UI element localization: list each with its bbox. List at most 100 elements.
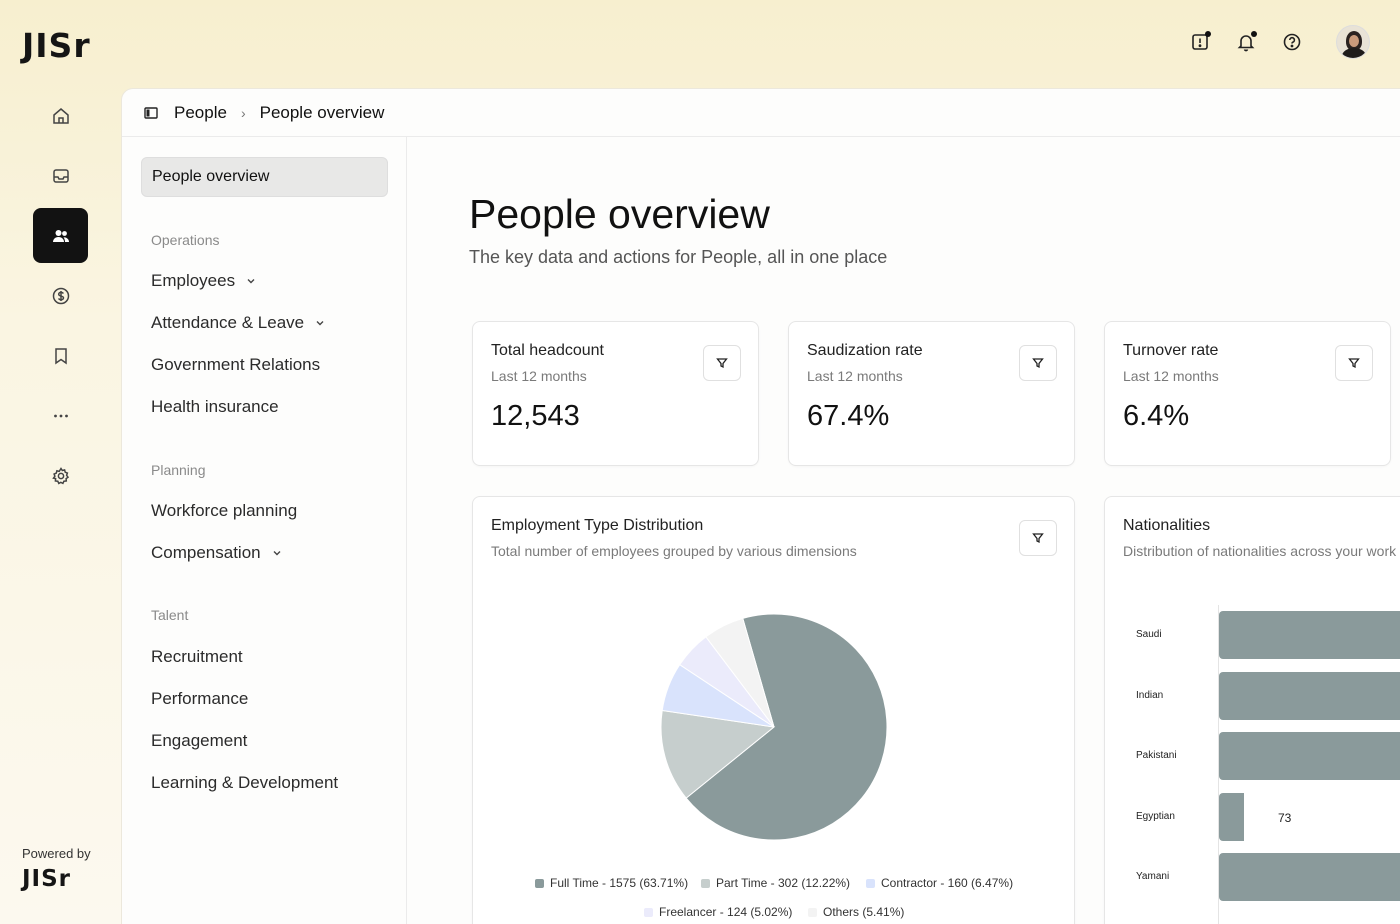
- breadcrumb-root[interactable]: People: [174, 103, 227, 123]
- kpi-period: Last 12 months: [807, 368, 903, 384]
- subnav-item-label: Health insurance: [151, 397, 279, 416]
- filter-icon: [716, 358, 728, 369]
- subnav-item-recruitment[interactable]: Recruitment: [151, 647, 243, 667]
- icon-rail: [0, 88, 120, 924]
- section-label-operations: Operations: [151, 232, 220, 248]
- page-title: People overview: [469, 191, 770, 237]
- kpi-title: Total headcount: [491, 342, 604, 359]
- kpi-value: 67.4%: [807, 400, 890, 432]
- chevron-right-icon: ›: [240, 104, 246, 121]
- subnav-item-label: Recruitment: [151, 647, 243, 666]
- user-avatar[interactable]: [1336, 25, 1370, 59]
- bar-label-yamani: Yamani: [1136, 871, 1170, 882]
- subnav-item-performance[interactable]: Performance: [151, 689, 248, 709]
- legend-swatch: [866, 878, 875, 888]
- filter-button[interactable]: [703, 345, 741, 381]
- filter-button[interactable]: [1335, 345, 1373, 381]
- bar-yamani[interactable]: [1219, 853, 1400, 901]
- legend-label: Contractor - 160 (6.47%): [881, 876, 1014, 890]
- powered-by-label: Powered by: [22, 846, 91, 861]
- legend-label: Others (5.41%): [823, 905, 905, 919]
- legend-item-contractor: Contractor - 160 (6.47%): [866, 876, 1013, 890]
- bar-egyptian[interactable]: [1219, 792, 1244, 841]
- alert-square-icon[interactable]: [1188, 30, 1212, 54]
- sidebar-toggle-icon[interactable]: [144, 106, 158, 120]
- breadcrumb-current: People overview: [259, 102, 385, 122]
- card-subtitle: Total number of employees grouped by var…: [491, 543, 857, 559]
- bar-value-label: 73: [1278, 810, 1292, 825]
- main-content: People overview The key data and actions…: [408, 137, 1400, 924]
- chevron-down-icon: [316, 321, 324, 326]
- kpi-title: Saudization rate: [807, 342, 923, 359]
- kpi-title: Turnover rate: [1123, 342, 1219, 359]
- legend-label: Part Time - 302 (12.22%): [716, 876, 851, 890]
- employment-type-card: Employment Type Distribution Total numbe…: [472, 496, 1075, 924]
- kpi-value: 6.4%: [1123, 400, 1190, 432]
- kpi-value: 12,543: [491, 400, 580, 432]
- top-bar: JISr: [0, 0, 1400, 88]
- notification-dot: [1205, 31, 1211, 37]
- subnav-item-label: Learning & Development: [151, 773, 339, 792]
- subnav-item-label: Workforce planning: [151, 501, 298, 520]
- app-logo[interactable]: JISr: [22, 26, 91, 65]
- chevron-down-icon: [247, 279, 255, 284]
- subnav-item-compensation[interactable]: Compensation: [151, 543, 283, 563]
- chevron-down-icon: [273, 551, 281, 556]
- subnav-item-workforce-planning[interactable]: Workforce planning: [151, 501, 297, 521]
- legend-item-full-time: Full Time - 1575 (63.71%): [535, 876, 688, 890]
- kpi-card-total-headcount: Total headcount Last 12 months 12,543: [472, 321, 759, 466]
- subnav-item-label: Performance: [151, 689, 249, 708]
- legend-swatch: [808, 907, 817, 917]
- legend-swatch: [701, 878, 710, 888]
- subnav-item-attendance-leave[interactable]: Attendance & Leave: [151, 313, 326, 333]
- bookmark-icon[interactable]: [33, 328, 88, 383]
- powered-by-logo: JISr: [22, 866, 72, 892]
- filter-icon: [1032, 533, 1044, 544]
- kpi-period: Last 12 months: [1123, 368, 1219, 384]
- card-subtitle: Distribution of nationalities across you…: [1123, 543, 1397, 559]
- subnav-item-label: Employees: [151, 271, 236, 290]
- gear-icon[interactable]: [33, 448, 88, 503]
- top-icons: [1188, 25, 1370, 59]
- subnav-item-health-insurance[interactable]: Health insurance: [151, 397, 279, 417]
- bell-icon[interactable]: [1234, 30, 1258, 54]
- bar-label-egyptian: Egyptian: [1136, 810, 1175, 822]
- section-label-planning: Planning: [151, 462, 206, 478]
- more-icon[interactable]: [33, 388, 88, 443]
- subnav-item-engagement[interactable]: Engagement: [151, 731, 247, 751]
- kpi-card-turnover-rate: Turnover rate Last 12 months 6.4%: [1104, 321, 1391, 466]
- help-circle-icon[interactable]: [1280, 30, 1304, 54]
- bar-pakistani[interactable]: [1219, 732, 1400, 780]
- content-panel: People › People overview People overview…: [121, 88, 1400, 924]
- inbox-icon[interactable]: [33, 148, 88, 203]
- people-icon[interactable]: [33, 208, 88, 263]
- bar-label-indian: Indian: [1136, 689, 1164, 701]
- subnav-item-government-relations[interactable]: Government Relations: [151, 355, 320, 375]
- legend-swatch: [644, 907, 653, 917]
- filter-icon: [1032, 358, 1044, 369]
- notification-dot: [1251, 31, 1257, 37]
- subnav-item-learning-development[interactable]: Learning & Development: [151, 773, 338, 793]
- card-title: Employment Type Distribution: [491, 517, 704, 534]
- subnav-item-employees[interactable]: Employees: [151, 271, 257, 291]
- employment-pie-chart: [660, 613, 888, 841]
- subnav-item-label: Attendance & Leave: [151, 313, 305, 332]
- home-icon[interactable]: [33, 88, 88, 143]
- subnav-item-label: Compensation: [151, 543, 261, 562]
- dollar-icon[interactable]: [33, 268, 88, 323]
- bar-indian[interactable]: [1219, 671, 1400, 720]
- section-label-talent: Talent: [151, 607, 189, 623]
- bar-saudi[interactable]: [1219, 611, 1400, 659]
- legend-swatch: [535, 878, 544, 888]
- card-title: Nationalities: [1123, 517, 1211, 534]
- legend-item-part-time: Part Time - 302 (12.22%): [701, 876, 850, 890]
- filter-button[interactable]: [1019, 345, 1057, 381]
- legend-label: Freelancer - 124 (5.02%): [659, 905, 793, 919]
- filter-icon: [1348, 358, 1360, 369]
- filter-button[interactable]: [1019, 520, 1057, 556]
- legend-label: Full Time - 1575 (63.71%): [550, 876, 689, 890]
- breadcrumb: People › People overview: [122, 89, 1400, 137]
- kpi-period: Last 12 months: [491, 368, 587, 384]
- kpi-card-saudization-rate: Saudization rate Last 12 months 67.4%: [788, 321, 1075, 466]
- subnav-item-people-overview[interactable]: People overview: [141, 157, 388, 197]
